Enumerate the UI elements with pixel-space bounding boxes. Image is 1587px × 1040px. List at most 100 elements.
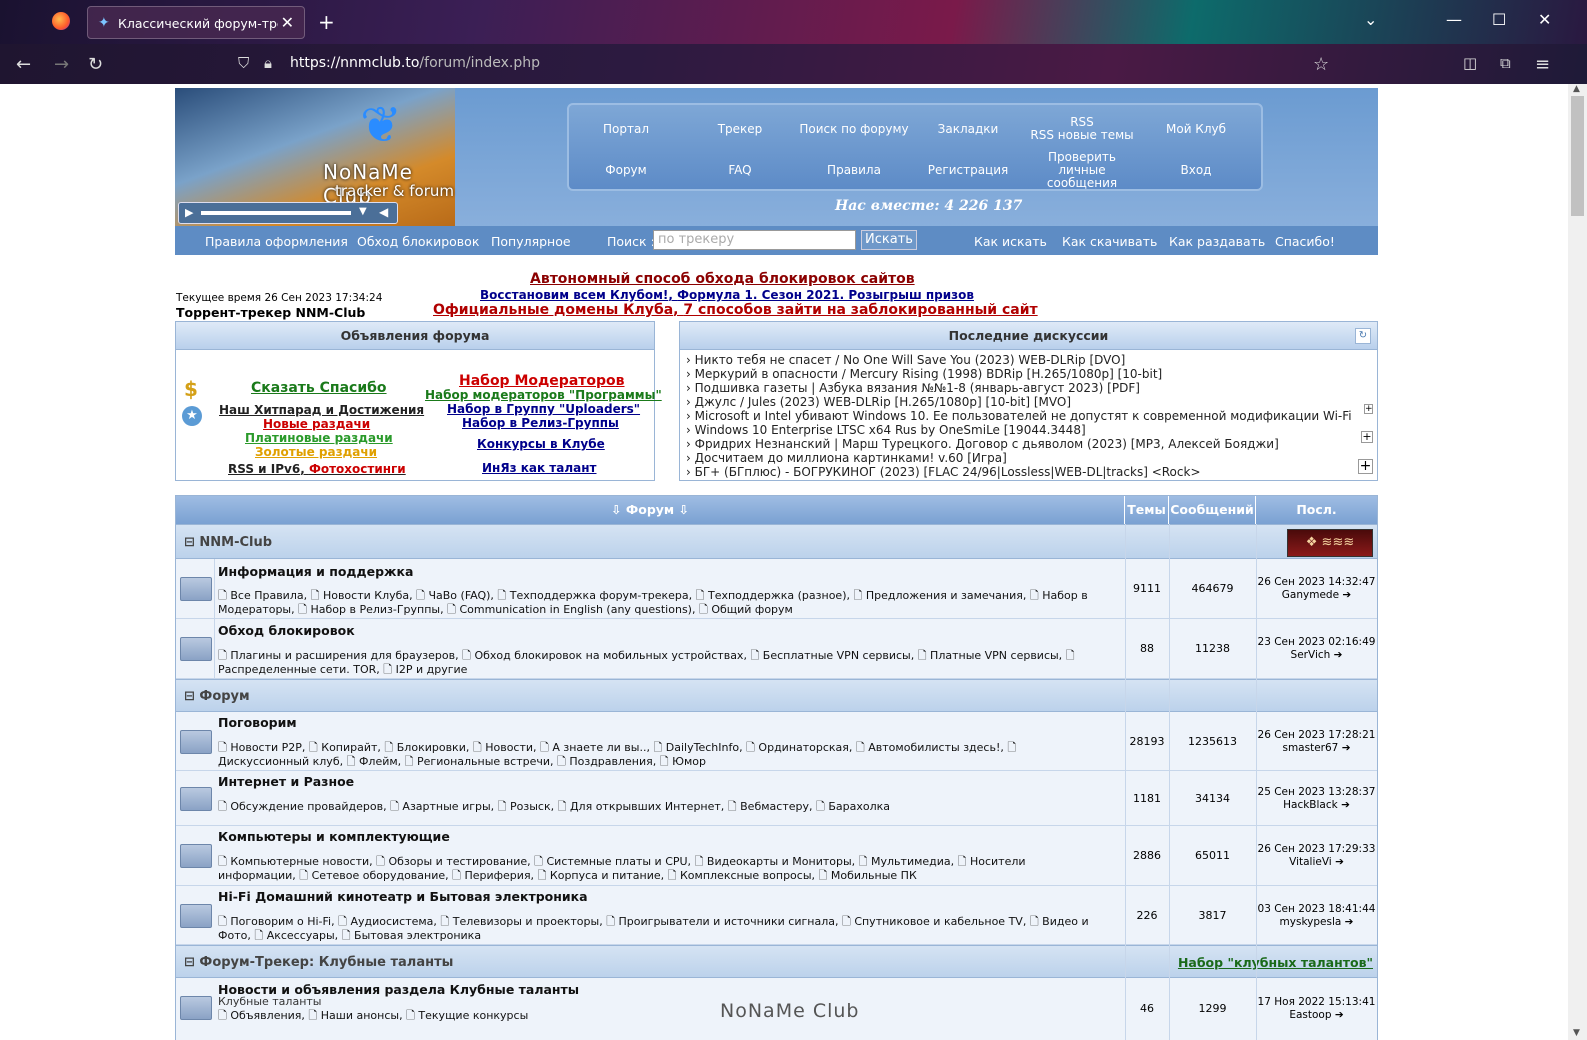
subforum-link[interactable]: Вебмастеру, bbox=[740, 800, 816, 813]
announce-f1-link[interactable]: Формула 1. Сезон 2021. Розыгрыш призов bbox=[677, 288, 974, 302]
subforum-link[interactable]: Телевизоры и проекторы, bbox=[453, 915, 606, 928]
subforum-list[interactable]: 🗋︎ Обсуждение провайдеров, 🗋︎ Азартные и… bbox=[218, 800, 1098, 814]
audio-progress[interactable] bbox=[201, 211, 351, 215]
subforum-link[interactable]: Плагины и расширения для браузеров, bbox=[230, 649, 462, 662]
tab-close-icon[interactable]: ✕ bbox=[281, 13, 294, 32]
link-contests[interactable]: Конкурсы в Клубе bbox=[477, 437, 605, 451]
sponsor-banner[interactable]: ❖ ≋≋≋ bbox=[1287, 529, 1373, 557]
discussion-item[interactable]: › Фридрих Незнанский | Марш Турецкого. Д… bbox=[686, 437, 1279, 451]
discussion-item[interactable]: › Подшивка газеты | Азбука вязания №№1-8… bbox=[686, 381, 1140, 395]
subforum-link[interactable]: Барахолка bbox=[828, 800, 890, 813]
subforum-link[interactable]: DailyTechInfo, bbox=[666, 741, 746, 754]
forum-title[interactable]: Hi-Fi Домашний кинотеатр и Бытовая элект… bbox=[218, 889, 588, 904]
subforum-list[interactable]: 🗋︎ Поговорим о Hi-Fi, 🗋︎ Аудиосистема, 🗋… bbox=[218, 915, 1098, 943]
app-menu-icon[interactable]: ≡ bbox=[1535, 54, 1550, 75]
forward-icon[interactable]: → bbox=[54, 54, 69, 75]
subforum-link[interactable]: Новости P2P, bbox=[230, 741, 309, 754]
subforum-link[interactable]: Комплексные вопросы, bbox=[680, 869, 819, 882]
discussion-item[interactable]: › Никто тебя не спасет / No One Will Sav… bbox=[686, 353, 1125, 367]
subforum-link[interactable]: Ординаторская, bbox=[758, 741, 856, 754]
last-post-user[interactable]: VitalieVi bbox=[1289, 856, 1332, 868]
volume-icon[interactable]: ◀ bbox=[379, 205, 388, 219]
subforum-link[interactable]: Communication in English (any questions)… bbox=[459, 603, 699, 616]
discussion-item[interactable]: › Досчитаем до миллиона картинками! v.60… bbox=[686, 451, 1007, 465]
subforum-list[interactable]: 🗋︎ Все Правила, 🗋︎ Новости Клуба, 🗋︎ ЧаВ… bbox=[218, 589, 1098, 617]
scroll-up-icon[interactable]: ▲ bbox=[1573, 84, 1580, 94]
subforum-link[interactable]: Региональные встречи, bbox=[417, 755, 557, 768]
subforum-link[interactable]: Объявления, bbox=[230, 1009, 308, 1022]
link-rss[interactable]: RSS и IPv6 bbox=[228, 462, 300, 476]
discussion-item[interactable]: › Меркурий в опасности / Mercury Rising … bbox=[686, 367, 1162, 381]
link-hitparade[interactable]: Наш Хитпарад и Достижения bbox=[219, 403, 424, 417]
nav-my-club[interactable]: Мой Клуб bbox=[1139, 109, 1253, 149]
subforum-link[interactable]: Поговорим о Hi-Fi, bbox=[230, 915, 338, 928]
scroll-thumb[interactable] bbox=[1571, 96, 1584, 216]
nav-portal[interactable]: Портал bbox=[569, 109, 683, 149]
subforum-link[interactable]: Мультимедиа, bbox=[871, 855, 958, 868]
nav-forum[interactable]: Форум bbox=[569, 150, 683, 190]
subforum-list[interactable]: 🗋︎ Плагины и расширения для браузеров, 🗋… bbox=[218, 649, 1098, 677]
subforum-link[interactable]: Дискуссионный клуб, bbox=[218, 755, 347, 768]
col-forum-header[interactable]: ⇩ Форум ⇩ bbox=[176, 496, 1125, 524]
nav-check-pm[interactable]: Проверить личные сообщения bbox=[1025, 150, 1139, 190]
subforum-link[interactable]: Автомобилисты здесь!, bbox=[868, 741, 1007, 754]
subforum-link[interactable]: Спутниковое и кабельное TV, bbox=[854, 915, 1030, 928]
search-input[interactable]: по трекеру bbox=[653, 230, 856, 250]
subforum-link[interactable]: Платные VPN сервисы, bbox=[930, 649, 1066, 662]
forum-title[interactable]: Интернет и Разное bbox=[218, 774, 354, 789]
subforum-link[interactable]: I2P и другие bbox=[396, 663, 468, 676]
subforum-list[interactable]: 🗋︎ Новости P2P, 🗋︎ Копирайт, 🗋︎ Блокиров… bbox=[218, 741, 1098, 769]
goto-last-post-icon[interactable]: ➔ bbox=[1334, 649, 1343, 661]
play-icon[interactable]: ▶ bbox=[185, 206, 193, 219]
scroll-down-icon[interactable]: ▼ bbox=[1573, 1028, 1580, 1038]
link-uploaders[interactable]: Набор в Группу "Uploaders" bbox=[447, 402, 640, 416]
discussion-item[interactable]: › Джулс / Jules (2023) WEB-DLRip [H.265/… bbox=[686, 395, 1071, 409]
link-bypass[interactable]: Обход блокировок bbox=[357, 234, 479, 249]
link-platinum[interactable]: Платиновые раздачи bbox=[245, 431, 393, 445]
link-gold[interactable]: Золотые раздачи bbox=[255, 445, 377, 459]
subforum-link[interactable]: Новости Клуба, bbox=[323, 589, 416, 602]
tab-list-chevron-icon[interactable]: ⌄ bbox=[1364, 10, 1377, 29]
back-icon[interactable]: ← bbox=[16, 54, 31, 75]
link-how-download[interactable]: Как скачивать bbox=[1062, 234, 1157, 249]
link-inyaz[interactable]: ИнЯз как талант bbox=[482, 461, 596, 475]
firefox-menu-icon[interactable] bbox=[52, 12, 70, 30]
nav-register[interactable]: Регистрация bbox=[911, 150, 1025, 190]
announce-bypass[interactable]: Автономный способ обхода блокировок сайт… bbox=[530, 271, 915, 287]
goto-last-post-icon[interactable]: ➔ bbox=[1341, 799, 1350, 811]
discussion-item[interactable]: › БГ+ (БГплюс) - БОГРУКИНОГ (2023) [FLAC… bbox=[686, 465, 1201, 479]
subforum-link[interactable]: ЧаВо (FAQ), bbox=[428, 589, 497, 602]
subforum-link[interactable]: Для открывших Интернет, bbox=[570, 800, 728, 813]
subforum-link[interactable]: Азартные игры, bbox=[402, 800, 497, 813]
goto-last-post-icon[interactable]: ➔ bbox=[1342, 589, 1351, 601]
announce-domains-link[interactable]: Официальные домены Клуба bbox=[433, 302, 673, 318]
nav-login[interactable]: Вход bbox=[1139, 150, 1253, 190]
subforum-link[interactable]: Корпуса и питание, bbox=[550, 869, 668, 882]
category-title[interactable]: ⊟ Форум-Трекер: Клубные таланты bbox=[184, 955, 453, 970]
nav-tracker[interactable]: Трекер bbox=[683, 109, 797, 149]
subforum-link[interactable]: Обход блокировок на мобильных устройства… bbox=[474, 649, 750, 662]
goto-last-post-icon[interactable]: ➔ bbox=[1335, 856, 1344, 868]
last-post-user[interactable]: myskypesla bbox=[1280, 916, 1342, 928]
subforum-list[interactable]: 🗋︎ Компьютерные новости, 🗋︎ Обзоры и тес… bbox=[218, 855, 1098, 883]
last-post-user[interactable]: Ganymede bbox=[1282, 589, 1339, 601]
subforum-link[interactable]: Бесплатные VPN сервисы, bbox=[763, 649, 918, 662]
zoom-large-icon[interactable]: + bbox=[1358, 459, 1373, 474]
link-how-seed[interactable]: Как раздавать bbox=[1169, 234, 1265, 249]
nav-bookmarks[interactable]: Закладки bbox=[911, 109, 1025, 149]
reload-icon[interactable]: ↻ bbox=[88, 54, 103, 75]
subforum-link[interactable]: Компьютерные новости, bbox=[230, 855, 376, 868]
link-rules-format[interactable]: Правила оформления bbox=[205, 234, 348, 249]
last-post-user[interactable]: smaster67 bbox=[1282, 742, 1338, 754]
new-tab-icon[interactable]: + bbox=[318, 10, 335, 34]
shield-icon[interactable]: ⛉ bbox=[238, 54, 249, 72]
link-photohosting[interactable]: Фотохостинги bbox=[309, 462, 406, 476]
close-window-icon[interactable]: ✕ bbox=[1538, 10, 1551, 29]
goto-last-post-icon[interactable]: ➔ bbox=[1342, 742, 1351, 754]
subforum-link[interactable]: Проигрыватели и источники сигнала, bbox=[619, 915, 842, 928]
url-bar[interactable]: https://nnmclub.to/forum/index.php bbox=[290, 55, 540, 71]
forum-title[interactable]: Обход блокировок bbox=[218, 623, 355, 638]
zoom-small-icon[interactable]: + bbox=[1364, 404, 1373, 414]
subforum-link[interactable]: Предложения и замечания, bbox=[866, 589, 1030, 602]
subforum-link[interactable]: Юмор bbox=[672, 755, 706, 768]
